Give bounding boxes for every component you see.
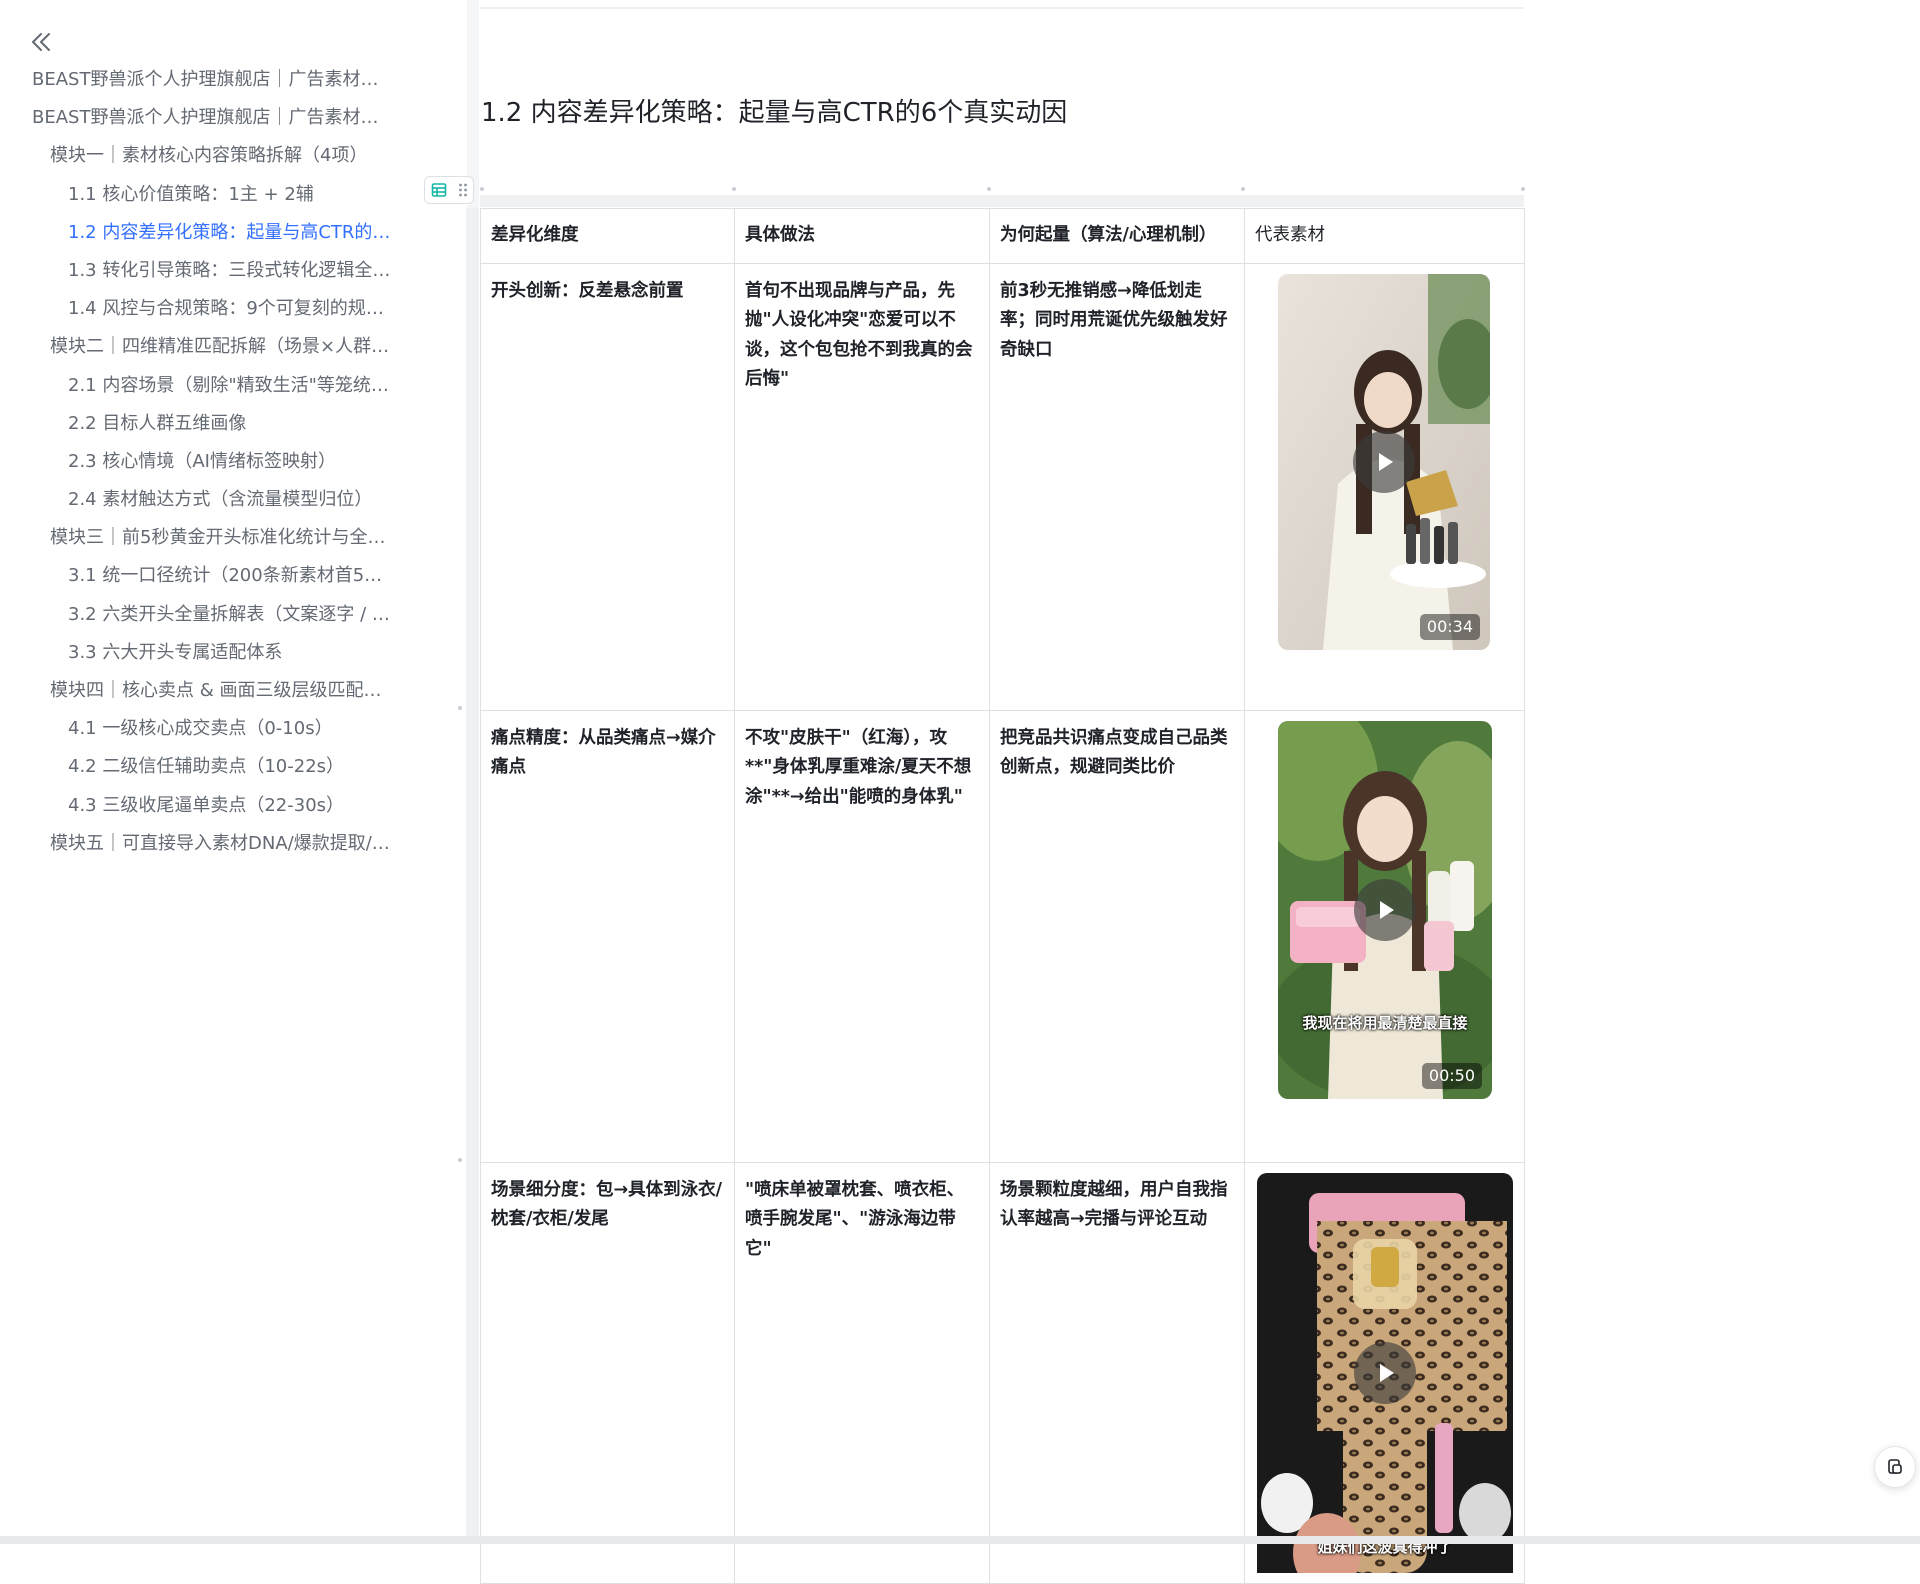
divider: [480, 7, 1524, 9]
resize-dot: [458, 706, 462, 710]
section-heading: 1.2 内容差异化策略：起量与高CTR的6个真实动因: [481, 98, 1068, 128]
outline-item[interactable]: 模块二｜四维精准匹配拆解（场景×人群×情境×触达）: [0, 328, 395, 366]
table-row: 开头创新：反差悬念前置 首句不出现品牌与产品，先抛"人设化冲突"恋爱可以不谈，这…: [480, 262, 1525, 711]
header-method[interactable]: 具体做法: [734, 208, 990, 264]
cell-dimension[interactable]: 痛点精度：从品类痛点→媒介痛点: [480, 709, 735, 1163]
row-selector-bar[interactable]: [466, 208, 479, 1536]
play-button[interactable]: [1354, 878, 1416, 941]
cell-reason[interactable]: 前3秒无推销感→降低划走率；同时用荒诞优先级触发好奇缺口: [989, 262, 1245, 711]
outline-item[interactable]: 2.2 目标人群五维画像: [0, 405, 395, 443]
video-thumbnail[interactable]: 我现在将用最清楚最直接 00:50: [1278, 720, 1492, 1099]
strategy-table: 差异化维度 具体做法 为何起量（算法/心理机制） 代表素材 开头创新：反差悬念前…: [480, 208, 1525, 1584]
cell-reason[interactable]: 把竞品共识痛点变成自己品类创新点，规避同类比价: [989, 709, 1245, 1163]
video-duration: 00:34: [1419, 613, 1480, 640]
table-row: 痛点精度：从品类痛点→媒介痛点 不攻"皮肤干"（红海），攻**"身体乳厚重难涂/…: [480, 709, 1525, 1163]
floating-action-button[interactable]: [1874, 1446, 1916, 1488]
column-insert-dot[interactable]: [732, 187, 736, 191]
outline-item[interactable]: 4.3 三级收尾逼单卖点（22-30s）: [0, 787, 395, 825]
outline-sidebar: BEAST野兽派个人护理旗舰店｜广告素材内容策略拆解 BEAST野兽派个人护理旗…: [0, 0, 467, 1536]
outline-item[interactable]: 2.1 内容场景（剔除"精致生活"等笼统描述）: [0, 367, 395, 405]
play-button[interactable]: [1353, 430, 1415, 493]
outline-item[interactable]: 3.2 六类开头全量拆解表（文案逐字 / 画面逐帧）: [0, 596, 395, 634]
outline-item[interactable]: 3.1 统一口径统计（200条新素材首5秒开头）: [0, 557, 395, 595]
outline-item-active[interactable]: 1.2 内容差异化策略：起量与高CTR的6个真实动因: [0, 214, 395, 252]
cell-method[interactable]: 不攻"皮肤干"（红海），攻**"身体乳厚重难涂/夏天不想涂"**→给出"能喷的身…: [734, 709, 990, 1163]
outline-item[interactable]: 3.3 六大开头专属适配体系: [0, 634, 395, 672]
cell-dimension[interactable]: 开头创新：反差悬念前置: [480, 262, 735, 711]
outline-item[interactable]: 4.2 二级信任辅助卖点（10-22s）: [0, 748, 395, 786]
outline-item[interactable]: 1.1 核心价值策略：1主 + 2辅: [0, 176, 395, 214]
outline-item[interactable]: 2.4 素材触达方式（含流量模型归位）: [0, 481, 395, 519]
cell-sample[interactable]: 我现在将用最清楚最直接 00:50: [1244, 709, 1525, 1163]
drag-handle-icon[interactable]: [458, 182, 468, 198]
play-icon: [1380, 900, 1394, 919]
header-sample[interactable]: 代表素材: [1244, 208, 1525, 264]
cell-dimension[interactable]: 场景细分度：包→具体到泳衣/枕套/衣柜/发尾: [480, 1161, 735, 1584]
cell-sample[interactable]: 00:34: [1244, 262, 1525, 711]
outline-item[interactable]: 4.1 一级核心成交卖点（0-10s）: [0, 710, 395, 748]
outline-item[interactable]: 模块五｜可直接导入素材DNA/爆款提取/复刻: [0, 825, 395, 863]
table-row: 场景细分度：包→具体到泳衣/枕套/衣柜/发尾 "喷床单被罩枕套、喷衣柜、喷手腕发…: [480, 1161, 1525, 1584]
column-insert-dot[interactable]: [1521, 187, 1525, 191]
video-thumbnail[interactable]: 姐妹们这波真得冲了: [1257, 1172, 1513, 1573]
cell-method[interactable]: 首句不出现品牌与产品，先抛"人设化冲突"恋爱可以不谈，这个包包抢不到我真的会后悔…: [734, 262, 990, 711]
cell-reason[interactable]: 场景颗粒度越细，用户自我指认率越高→完播与评论互动: [989, 1161, 1245, 1584]
play-icon: [1380, 1363, 1394, 1382]
video-duration: 00:50: [1421, 1062, 1482, 1089]
outline-item[interactable]: 1.4 风控与合规策略：9个可复刻的规避要点: [0, 290, 395, 328]
table-icon[interactable]: [431, 182, 447, 198]
outline-list: BEAST野兽派个人护理旗舰店｜广告素材内容策略拆解 BEAST野兽派个人护理旗…: [0, 61, 467, 863]
column-selector-bar[interactable]: [480, 195, 1524, 207]
collapse-sidebar-button[interactable]: [27, 28, 55, 56]
video-thumbnail[interactable]: 00:34: [1278, 273, 1490, 650]
outline-item[interactable]: 模块四｜核心卖点 & 画面三级层级匹配（0-30s）: [0, 672, 395, 710]
outline-item[interactable]: 2.3 核心情境（AI情绪标签映射）: [0, 443, 395, 481]
header-dimension[interactable]: 差异化维度: [480, 208, 735, 264]
outline-item[interactable]: 模块三｜前5秒黄金开头标准化统计与全量拆解: [0, 519, 395, 557]
horizontal-scrollbar[interactable]: [0, 1536, 1920, 1544]
outline-item[interactable]: BEAST野兽派个人护理旗舰店｜广告素材内容策略拆解: [0, 61, 395, 99]
outline-item[interactable]: 模块一｜素材核心内容策略拆解（4项）: [0, 137, 395, 175]
table-header-row: 差异化维度 具体做法 为何起量（算法/心理机制） 代表素材: [480, 208, 1525, 264]
play-icon: [1379, 452, 1393, 471]
header-reason[interactable]: 为何起量（算法/心理机制）: [989, 208, 1245, 264]
double-chevron-left-icon: [32, 33, 50, 51]
cell-sample[interactable]: 姐妹们这波真得冲了: [1244, 1161, 1525, 1584]
play-button[interactable]: [1354, 1341, 1416, 1404]
copy-link-icon: [1888, 1459, 1902, 1474]
resize-dot: [458, 1158, 462, 1162]
cell-method[interactable]: "喷床单被罩枕套、喷衣柜、喷手腕发尾"、"游泳海边带它": [734, 1161, 990, 1584]
table-toolbar[interactable]: [424, 176, 474, 204]
column-insert-dot[interactable]: [1241, 187, 1245, 191]
outline-item[interactable]: 1.3 转化引导策略：三段式转化逻辑全拆解: [0, 252, 395, 290]
column-insert-dot[interactable]: [987, 187, 991, 191]
column-insert-dot[interactable]: [480, 187, 484, 191]
video-subtitle: 我现在将用最清楚最直接: [1302, 1013, 1468, 1032]
outline-item[interactable]: BEAST野兽派个人护理旗舰店｜广告素材全量拆解报告: [0, 99, 395, 137]
